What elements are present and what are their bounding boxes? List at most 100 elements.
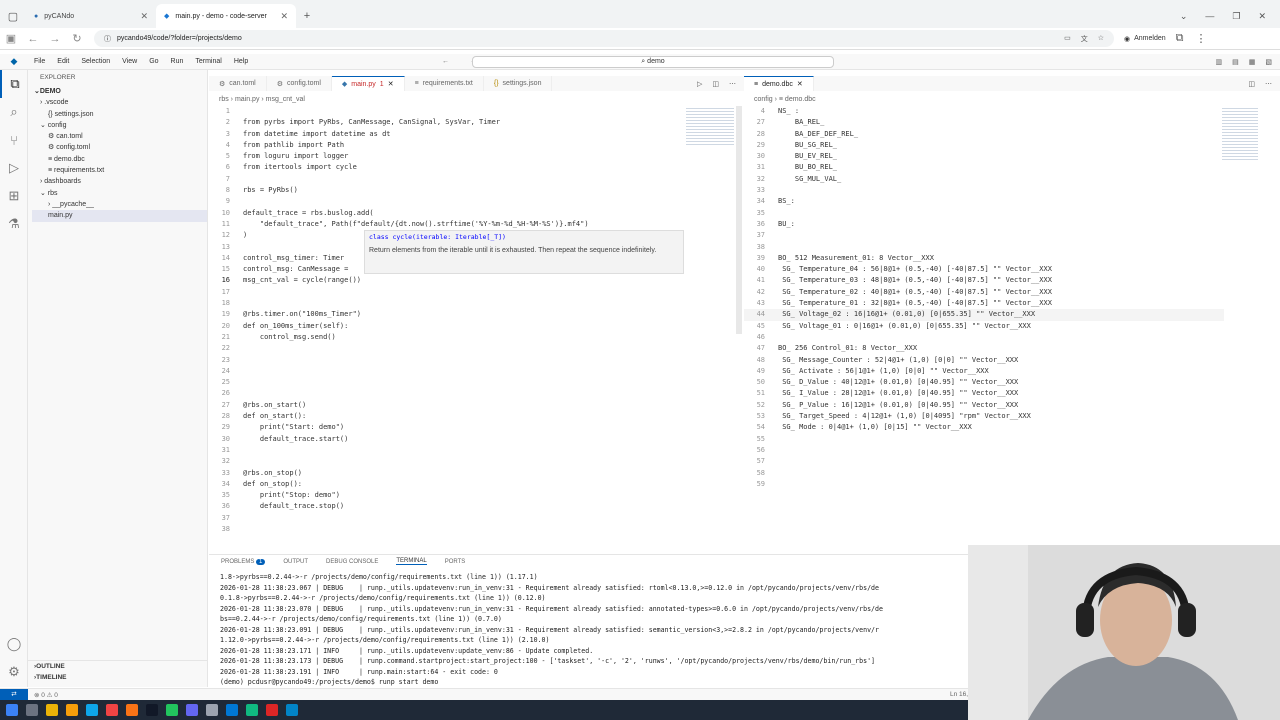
menu-edit[interactable]: Edit [51,58,75,65]
tab-search-icon[interactable]: ▢ [0,4,26,28]
site-info-icon[interactable]: ⓘ [104,34,111,44]
profile-button[interactable]: ◉ Anmelden [1124,35,1166,43]
browser-tab-pycando[interactable]: ● pyCANdo ✕ [26,4,156,28]
reload-icon[interactable]: ↻ [66,32,88,45]
sidebar-toggle-icon[interactable]: ▣ [0,32,22,45]
terminal-output[interactable]: 1.8->pyrbs==0.2.44->-r /projects/demo/co… [220,572,968,686]
account-icon[interactable]: ◯ [0,630,28,658]
back-icon[interactable]: ← [22,33,44,45]
close-icon[interactable]: ✕ [140,11,148,22]
settings-gear-icon[interactable]: ⚙ [0,658,28,686]
close-window-icon[interactable]: ✕ [1258,11,1266,22]
tab-ports[interactable]: PORTS [445,559,466,565]
tab-settings-json[interactable]: {} settings.json [484,76,553,91]
menu-view[interactable]: View [116,58,143,65]
nav-back-icon[interactable]: ← [442,58,449,65]
split-editor-icon[interactable]: ◫ [712,80,719,88]
tab-output[interactable]: OUTPUT [283,559,308,565]
source-control-icon[interactable]: ⑂ [0,126,28,154]
run-debug-icon[interactable]: ▷ [0,154,28,182]
remote-indicator-icon[interactable]: ⇄ [0,688,28,701]
minimize-icon[interactable]: — [1205,11,1214,21]
close-icon[interactable]: ✕ [280,11,288,22]
app-icon[interactable] [286,704,298,716]
chrome-icon[interactable] [106,704,118,716]
command-center[interactable]: ⌕ demo [472,56,834,68]
layout-editor-icon[interactable]: ▤ [1232,58,1239,66]
chevron-down-icon[interactable]: ⌄ [1180,11,1188,22]
start-icon[interactable] [6,704,18,716]
browser-tab-code-server[interactable]: ◆ main.py - demo - code-server ✕ [156,4,296,28]
testing-icon[interactable]: ⚗ [0,210,28,238]
file-tree-item[interactable]: ≡ requirements.txt [32,165,207,176]
menu-terminal[interactable]: Terminal [189,58,227,65]
app-icon[interactable] [186,704,198,716]
settings-icon[interactable] [206,704,218,716]
menu-run[interactable]: Run [165,58,190,65]
menu-help[interactable]: Help [228,58,254,65]
app-icon[interactable] [86,704,98,716]
problems-status[interactable]: ⊗ 0 ⚠ 0 [34,691,58,699]
forward-icon[interactable]: → [44,33,66,45]
close-icon[interactable]: ✕ [797,80,803,88]
breadcrumb[interactable]: rbs › main.py › msg_cnt_val [209,93,744,107]
file-tree-item[interactable]: {} settings.json [32,109,207,120]
maximize-icon[interactable]: ❐ [1232,11,1240,22]
explorer-icon[interactable]: ⧉ [0,70,28,98]
run-icon[interactable]: ▷ [697,80,702,88]
app-icon[interactable] [246,704,258,716]
more-actions-icon[interactable]: ⋯ [729,80,736,88]
cursor-position[interactable]: Ln 16, [950,691,968,698]
menu-selection[interactable]: Selection [75,58,116,65]
tab-can-toml[interactable]: ⚙ can.toml [209,76,267,91]
tab-terminal[interactable]: TERMINAL [396,558,427,565]
tab-requirements[interactable]: ≡ requirements.txt [405,76,484,91]
file-tree-item[interactable]: › .vscode [32,97,207,108]
file-tree-item[interactable]: ⌄ config [32,120,207,131]
reader-icon[interactable]: ▭ [1064,34,1071,44]
vscode-icon[interactable] [226,704,238,716]
file-tree-item[interactable]: ≡ demo.dbc [32,154,207,165]
explorer-root[interactable]: ⌄ DEMO [28,86,207,97]
file-tree-item[interactable]: ⚙ config.toml [32,142,207,153]
menu-icon[interactable]: ⋮ [1196,32,1207,45]
file-tree-item[interactable]: ⌄ rbs [32,188,207,199]
editor-scrollbar[interactable] [736,106,742,334]
timeline-section[interactable]: › TIMELINE [28,672,208,683]
menu-go[interactable]: Go [143,58,164,65]
search-icon[interactable]: ⌕ [0,98,28,126]
outline-section[interactable]: › OUTLINE [28,661,208,672]
dbc-editor[interactable]: 4 NS_ :27 BA_REL_ 28 BA_DEF_DEF_REL_ 29 BU_… [744,106,1224,536]
tab-problems[interactable]: PROBLEMS 1 [221,558,266,565]
terminal-icon[interactable] [146,704,158,716]
extensions-icon[interactable]: ⊞ [0,182,28,210]
file-tree-item[interactable]: › dashboards [32,176,207,187]
tab-config-toml[interactable]: ⚙ config.toml [267,76,332,91]
search-icon[interactable] [26,704,38,716]
file-tree-item[interactable]: main.py [32,210,207,222]
extensions-icon[interactable]: ⧉ [1176,32,1184,45]
layout-sidebar-icon[interactable]: ▥ [1216,58,1223,66]
translate-icon[interactable]: 文 [1081,34,1088,44]
more-actions-icon[interactable]: ⋯ [1265,80,1272,88]
dbc-minimap[interactable] [1222,106,1258,161]
app-icon[interactable] [166,704,178,716]
new-tab-button[interactable]: + [296,4,318,28]
url-input[interactable]: ⓘ pycando49/code/?folder=/projects/demo … [94,30,1114,47]
app-icon[interactable] [126,704,138,716]
menu-file[interactable]: File [28,58,51,65]
code-editor[interactable]: 1 2 from pyrbs import PyRbs, CanMessage, C… [209,106,729,536]
app-icon[interactable] [266,704,278,716]
tab-demo-dbc[interactable]: ≡ demo.dbc ✕ [744,76,814,91]
split-editor-icon[interactable]: ◫ [1248,80,1255,88]
dbc-breadcrumb[interactable]: config › ≡ demo.dbc [744,93,1280,107]
app-icon[interactable] [46,704,58,716]
layout-panel-icon[interactable]: ▦ [1249,58,1256,66]
tab-debug-console[interactable]: DEBUG CONSOLE [326,559,378,565]
minimap[interactable] [686,106,734,146]
files-icon[interactable] [66,704,78,716]
file-tree-item[interactable]: › __pycache__ [32,199,207,210]
star-icon[interactable]: ☆ [1098,34,1104,44]
tab-main-py[interactable]: ◆ main.py 1 ✕ [331,76,405,91]
file-tree-item[interactable]: ⚙ can.toml [32,131,207,142]
